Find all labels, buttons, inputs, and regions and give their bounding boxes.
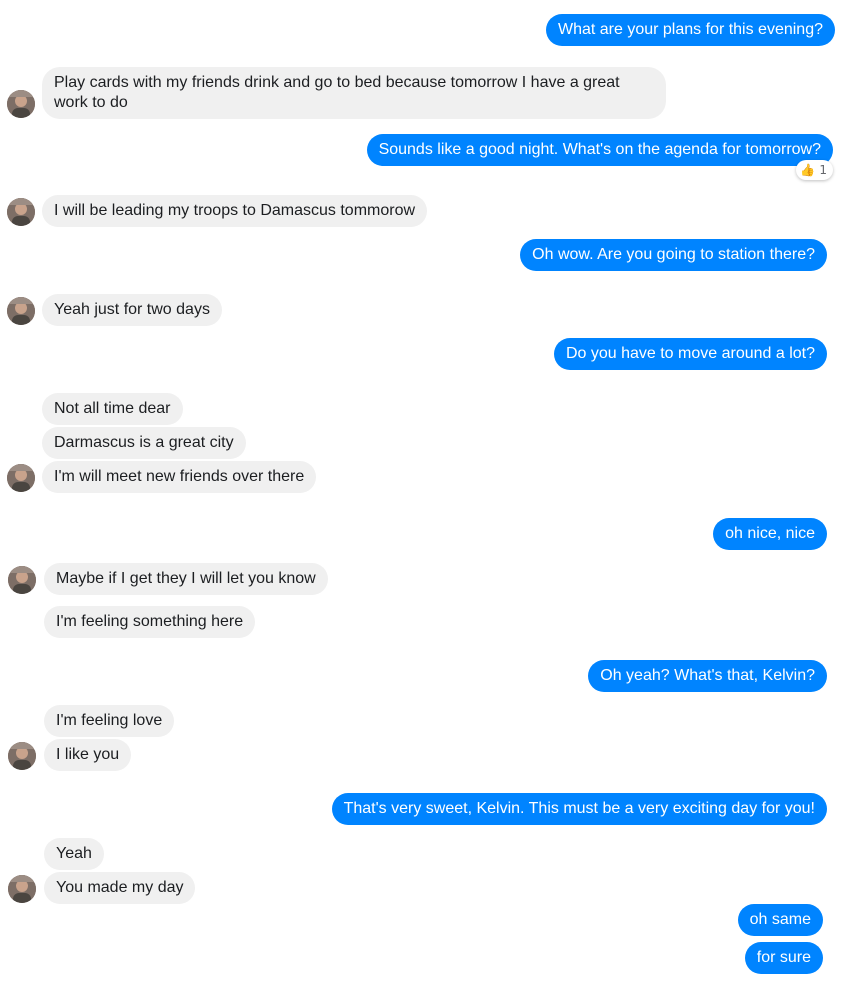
outgoing-message[interactable]: Sounds like a good night. What's on the … [366, 134, 833, 166]
incoming-message[interactable]: I'm feeling something here [44, 606, 256, 638]
thumbs-up-icon: 👍 [800, 163, 816, 177]
incoming-message[interactable]: Not all time dear [42, 393, 183, 425]
contact-avatar[interactable] [7, 90, 35, 118]
contact-avatar[interactable] [8, 566, 36, 594]
incoming-message[interactable]: I like you [44, 739, 132, 771]
incoming-message[interactable]: I'm feeling love [44, 705, 175, 737]
outgoing-message[interactable]: Oh yeah? What's that, Kelvin? [588, 660, 827, 692]
incoming-message[interactable]: Play cards with my friends drink and go … [42, 67, 666, 119]
incoming-message[interactable]: I will be leading my troops to Damascus … [42, 195, 428, 227]
outgoing-message[interactable]: That's very sweet, Kelvin. This must be … [331, 793, 827, 825]
outgoing-message[interactable]: What are your plans for this evening? [545, 14, 835, 46]
incoming-message[interactable]: I'm will meet new friends over there [42, 461, 317, 493]
incoming-message[interactable]: Yeah [44, 838, 104, 870]
incoming-message[interactable]: Darmascus is a great city [42, 427, 246, 459]
incoming-message[interactable]: Maybe if I get they I will let you know [44, 563, 328, 595]
outgoing-message[interactable]: Oh wow. Are you going to station there? [520, 239, 827, 271]
contact-avatar[interactable] [7, 198, 35, 226]
contact-avatar[interactable] [8, 742, 36, 770]
contact-avatar[interactable] [8, 875, 36, 903]
incoming-message[interactable]: You made my day [44, 872, 196, 904]
contact-avatar[interactable] [7, 297, 35, 325]
incoming-message[interactable]: Yeah just for two days [42, 294, 222, 326]
contact-avatar[interactable] [7, 464, 35, 492]
outgoing-message[interactable]: oh same [737, 904, 823, 936]
outgoing-message[interactable]: Do you have to move around a lot? [553, 338, 827, 370]
outgoing-message[interactable]: for sure [744, 942, 823, 974]
reaction-count: 1 [819, 163, 827, 177]
message-reaction[interactable]: 👍 1 [796, 160, 833, 180]
outgoing-message[interactable]: oh nice, nice [713, 518, 827, 550]
